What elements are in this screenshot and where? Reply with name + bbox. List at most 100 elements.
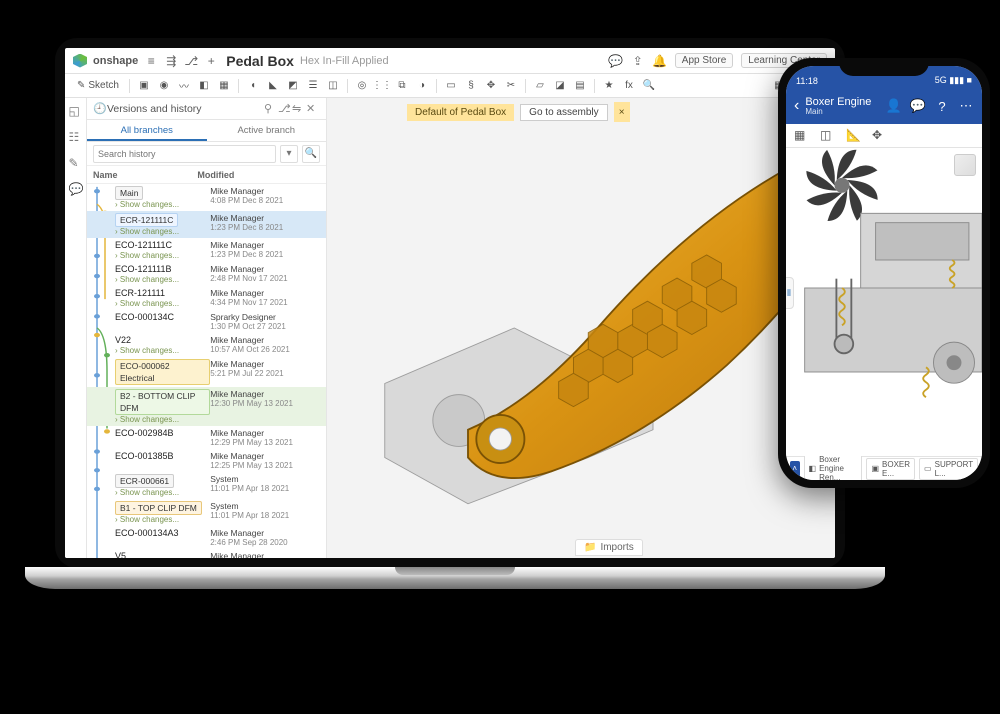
sm-flange-icon[interactable]: ◪ — [552, 78, 568, 94]
sweep-icon[interactable]: 〰 — [176, 78, 192, 94]
history-row[interactable]: ECO-000134A3Mike Manager2:46 PM Sep 28 2… — [87, 526, 326, 549]
history-row[interactable]: ECO-121111B› Show changes...Mike Manager… — [87, 262, 326, 286]
history-row[interactable]: V22› Show changes...Mike Manager10:57 AM… — [87, 333, 326, 357]
bell-icon[interactable]: 🔔 — [653, 54, 667, 68]
show-changes-link[interactable]: › Show changes... — [115, 488, 210, 497]
custom-icon[interactable]: ★ — [601, 78, 617, 94]
col-name: Name — [93, 170, 197, 180]
history-row[interactable]: ECO-002984BMike Manager12:29 PM May 13 2… — [87, 426, 326, 449]
chat-icon[interactable]: 💬 — [910, 98, 926, 114]
transform-icon[interactable]: ✥ — [483, 78, 499, 94]
history-row[interactable]: V5› Show changes...Mike Manager1:53 PM S… — [87, 549, 326, 558]
variables-icon[interactable]: fx — [621, 78, 637, 94]
history-row[interactable]: ECO-001385BMike Manager12:25 PM May 13 2… — [87, 449, 326, 472]
tab-boxer[interactable]: ▣ BOXER E... — [866, 458, 915, 480]
comments-icon[interactable]: ✎ — [69, 156, 83, 170]
show-changes-link[interactable]: › Show changes... — [115, 227, 210, 236]
section-icon[interactable]: ◫ — [820, 128, 836, 144]
history-row[interactable]: ECR-121111C› Show changes...Mike Manager… — [87, 211, 326, 238]
search-icon[interactable]: 🔍 — [302, 145, 320, 163]
show-changes-link[interactable]: › Show changes... — [115, 415, 210, 424]
branch-create-icon[interactable]: ⎇ — [278, 102, 292, 116]
show-changes-link[interactable]: › Show changes... — [115, 346, 210, 355]
back-icon[interactable]: ‹ — [794, 97, 799, 115]
sketch-tool[interactable]: ✎ Sketch — [73, 80, 123, 91]
measure-icon[interactable]: 📐 — [846, 128, 862, 144]
search-tool-icon[interactable]: 🔍 — [641, 78, 657, 94]
hole-icon[interactable]: ◎ — [354, 78, 370, 94]
engine-model — [786, 148, 982, 452]
tab-active-branch[interactable]: Active branch — [207, 120, 327, 141]
mobile-viewport[interactable]: ⦀ — [786, 148, 982, 456]
banner-close-icon[interactable]: × — [614, 102, 630, 122]
history-row[interactable]: ECR-121111› Show changes...Mike Manager4… — [87, 286, 326, 310]
search-dropdown-icon[interactable]: ▾ — [280, 145, 298, 163]
shell-icon[interactable]: ◫ — [325, 78, 341, 94]
imports-tab[interactable]: 📁 Imports — [575, 539, 643, 556]
helix-icon[interactable]: § — [463, 78, 479, 94]
clock-icon: 🕘 — [93, 102, 107, 116]
loft-icon[interactable]: ◧ — [196, 78, 212, 94]
views-icon[interactable]: ▦ — [794, 128, 810, 144]
version-name: ECO-121111B — [115, 264, 172, 274]
search-input[interactable] — [93, 145, 276, 163]
add-icon[interactable]: + — [204, 54, 218, 68]
extrude-icon[interactable]: ▣ — [136, 78, 152, 94]
chat-rail-icon[interactable]: 💬 — [69, 182, 83, 196]
rib-icon[interactable]: ☰ — [305, 78, 321, 94]
close-icon[interactable]: ✕ — [306, 102, 320, 116]
explode-icon[interactable]: ✥ — [872, 128, 888, 144]
author: Mike Manager — [210, 451, 322, 461]
mirror-icon[interactable]: ⧉ — [394, 78, 410, 94]
panel-handle-icon[interactable]: ⦀ — [786, 277, 794, 309]
show-changes-link[interactable]: › Show changes... — [115, 515, 210, 524]
go-to-assembly-button[interactable]: Go to assembly — [520, 104, 607, 121]
branch-icon[interactable]: ⎇ — [184, 54, 198, 68]
history-list[interactable]: Main› Show changes...Mike Manager4:08 PM… — [87, 184, 326, 558]
filter-icon[interactable]: ⚲ — [264, 102, 278, 116]
history-row[interactable]: ECO-000134CSprarky Designer1:30 PM Oct 2… — [87, 310, 326, 333]
tab-support[interactable]: ▭ SUPPORT L... — [919, 458, 978, 480]
revolve-icon[interactable]: ◉ — [156, 78, 172, 94]
draft-icon[interactable]: ◩ — [285, 78, 301, 94]
history-row[interactable]: B2 - BOTTOM CLIP DFM› Show changes...Mik… — [87, 387, 326, 426]
fillet-icon[interactable]: ◖ — [245, 78, 261, 94]
plane-icon[interactable]: ▭ — [443, 78, 459, 94]
share-icon[interactable]: ⇪ — [631, 54, 645, 68]
show-changes-link[interactable]: › Show changes... — [115, 275, 210, 284]
chamfer-icon[interactable]: ◣ — [265, 78, 281, 94]
history-row[interactable]: ECR-000661› Show changes...System11:01 P… — [87, 472, 326, 499]
cube-icon[interactable]: ◱ — [69, 104, 83, 118]
viewport-3d[interactable]: Default of Pedal Box Go to assembly × 📁 … — [327, 98, 835, 558]
history-row[interactable]: ECO-000062 ElectricalMike Manager5:21 PM… — [87, 357, 326, 387]
chat-icon[interactable]: 💬 — [609, 54, 623, 68]
user-icon[interactable]: 👤 — [886, 98, 902, 114]
phone-notch — [839, 58, 929, 76]
tree-icon[interactable]: ⇶ — [164, 54, 178, 68]
pattern-icon[interactable]: ⋮⋮ — [374, 78, 390, 94]
history-row[interactable]: B1 - TOP CLIP DFM› Show changes...System… — [87, 499, 326, 526]
history-row[interactable]: Main› Show changes...Mike Manager4:08 PM… — [87, 184, 326, 211]
show-changes-link[interactable]: › Show changes... — [115, 299, 210, 308]
config-icon[interactable]: ☷ — [69, 130, 83, 144]
version-tag: B1 - TOP CLIP DFM — [115, 501, 202, 515]
history-row[interactable]: ECO-121111C› Show changes...Mike Manager… — [87, 238, 326, 262]
thicken-icon[interactable]: ▦ — [216, 78, 232, 94]
chevron-up-icon[interactable]: ˄ — [790, 461, 800, 477]
more-icon[interactable]: ⋯ — [958, 98, 974, 114]
boolean-icon[interactable]: ◑ — [414, 78, 430, 94]
tab-all-branches[interactable]: All branches — [87, 120, 207, 141]
menu-icon[interactable]: ≡ — [144, 54, 158, 68]
imports-label: Imports — [600, 542, 633, 553]
sm-tab-icon[interactable]: ▤ — [572, 78, 588, 94]
view-cube-icon[interactable] — [954, 154, 976, 176]
show-changes-link[interactable]: › Show changes... — [115, 200, 210, 209]
mobile-title: Boxer Engine — [805, 96, 871, 108]
delete-icon[interactable]: ✂ — [503, 78, 519, 94]
sm-icon[interactable]: ▱ — [532, 78, 548, 94]
compare-icon[interactable]: ⇋ — [292, 102, 306, 116]
help-icon[interactable]: ? — [934, 98, 950, 114]
tab-render[interactable]: ◧ Boxer Engine Ren... — [804, 453, 863, 480]
app-store-button[interactable]: App Store — [675, 53, 733, 68]
show-changes-link[interactable]: › Show changes... — [115, 251, 210, 260]
